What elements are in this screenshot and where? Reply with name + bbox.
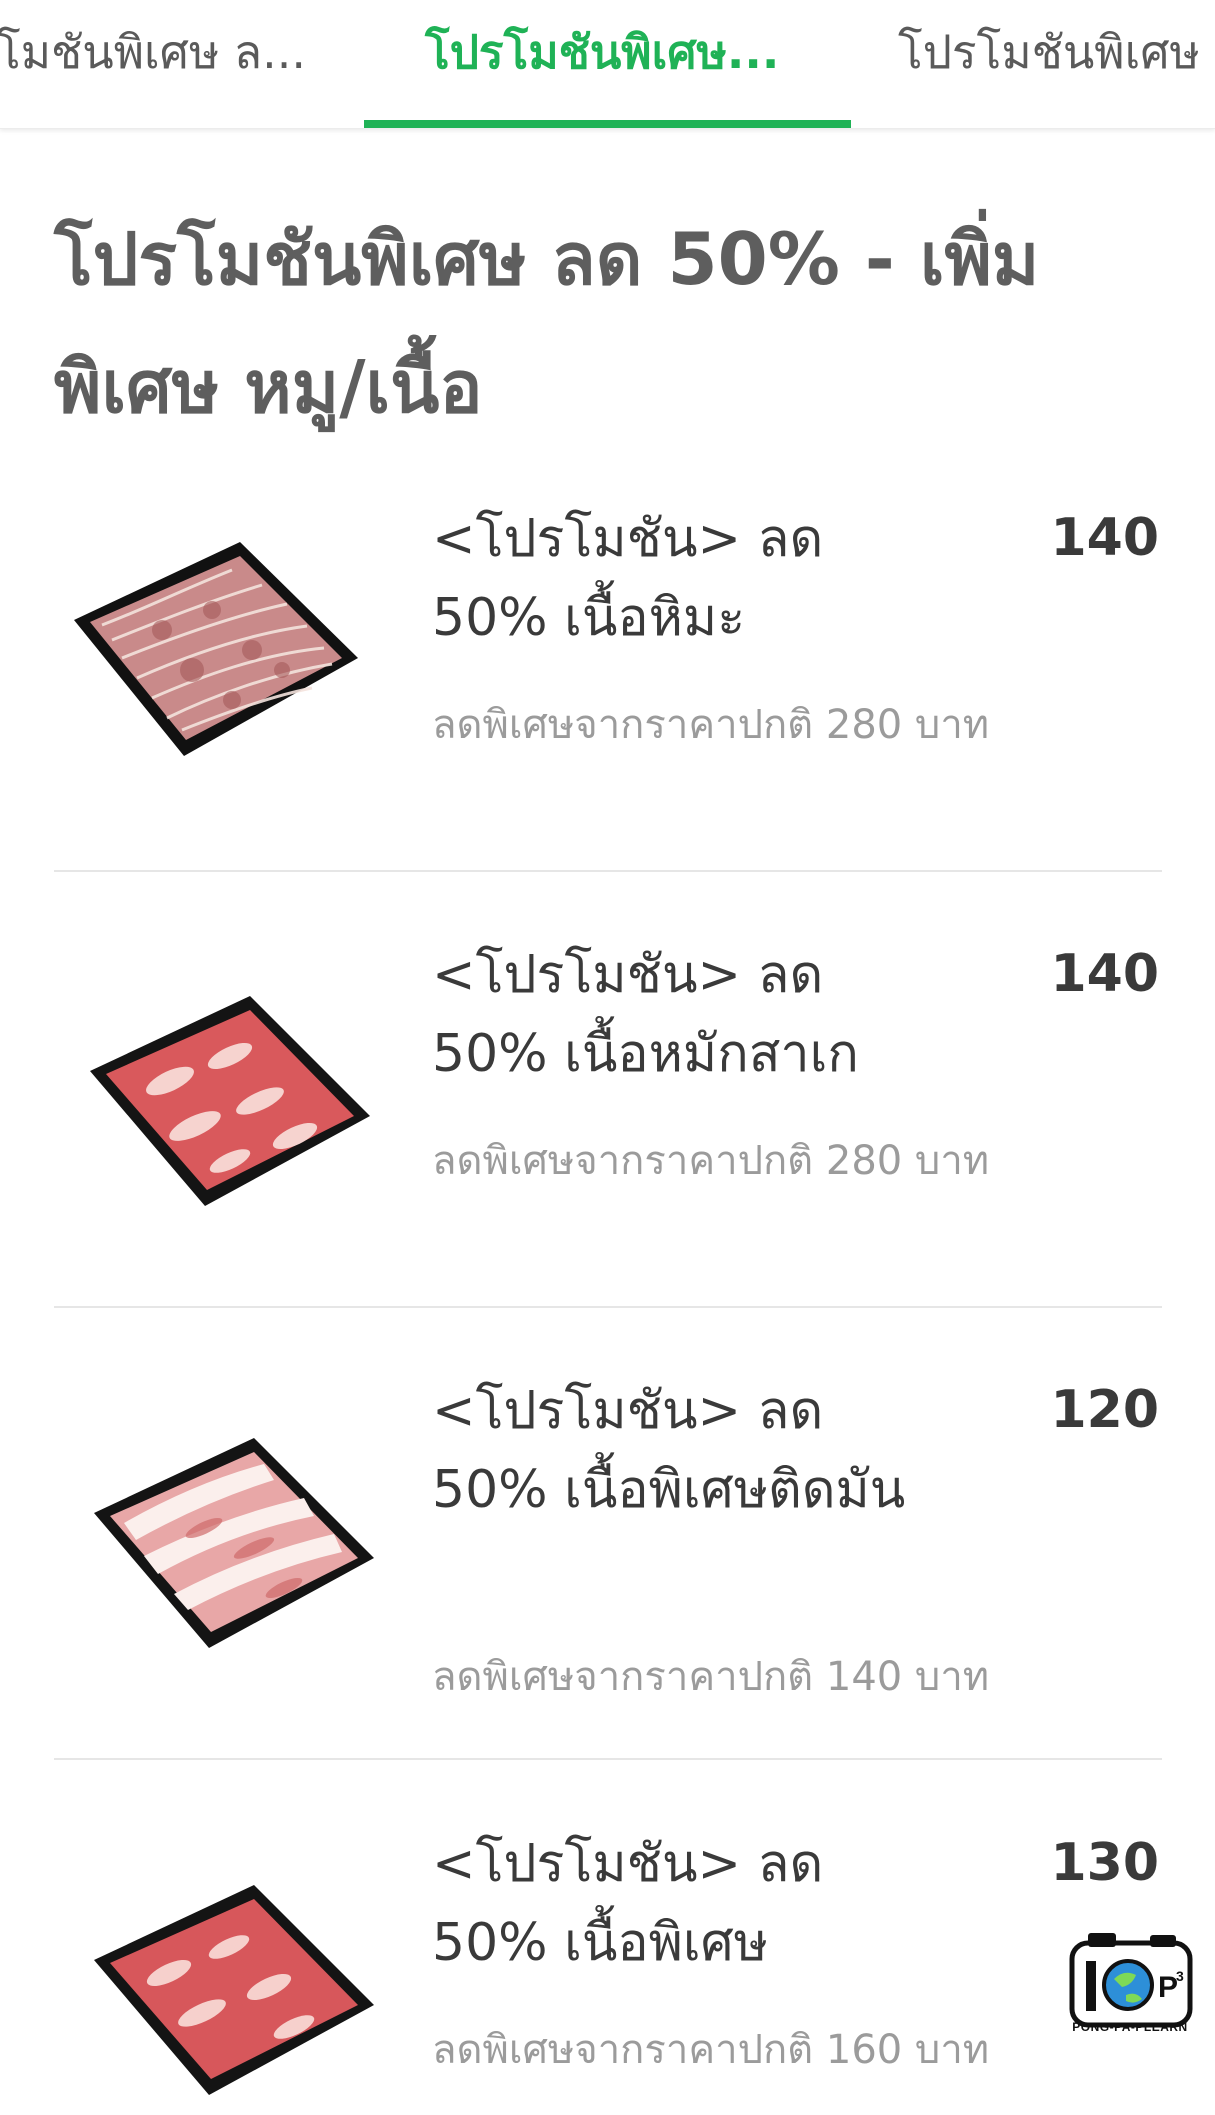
section-title: โปรโมชันพิเศษ ลด 50% - เพิ่มพิเศษ หมู/เน… [54, 217, 1040, 429]
item-description: ลดพิเศษจากราคาปกติ 280 บาท [432, 1138, 990, 1184]
marbled-beef-tray-image [74, 542, 358, 756]
svg-text:3: 3 [1176, 1968, 1184, 1984]
category-tab-bar: โมชันพิเศษ ล... โปรโมชันพิเศษ... โปรโมชั… [0, 0, 1215, 129]
fatty-beef-tray-image [94, 1438, 374, 1648]
active-tab-indicator [364, 120, 851, 128]
item-price: 130 [1050, 1833, 1159, 1893]
item-divider [54, 870, 1162, 872]
menu-item[interactable]: <โปรโมชัน> ลด 50% เนื้อหิมะ 140 ลดพิเศษจ… [0, 500, 1215, 870]
menu-item[interactable]: <โปรโมชัน> ลด 50% เนื้อหมักสาเก 140 ลดพิ… [0, 936, 1215, 1306]
item-price: 140 [1050, 508, 1159, 568]
menu-item[interactable]: <โปรโมชัน> ลด 50% เนื้อพิเศษติดมัน 120 ล… [0, 1372, 1215, 1760]
menu-item[interactable]: <โปรโมชัน> ลด 50% เนื้อพิเศษ 130 ลดพิเศษ… [0, 1825, 1215, 2095]
item-name: <โปรโมชัน> ลด 50% เนื้อหิมะ [432, 509, 824, 648]
tab-promo-3[interactable]: โปรโมชันพิเศษ [898, 22, 1200, 82]
item-price: 140 [1050, 944, 1159, 1004]
item-description: ลดพิเศษจากราคาปกติ 160 บาท [432, 2027, 990, 2073]
item-divider [54, 1758, 1162, 1760]
item-name: <โปรโมชัน> ลด 50% เนื้อพิเศษ [432, 1834, 824, 1973]
camera-globe-logo-icon: P 3 [1069, 1933, 1193, 2028]
svg-text:P: P [1158, 1971, 1178, 2004]
tab-promo-1[interactable]: โมชันพิเศษ ล... [0, 22, 306, 82]
item-divider [54, 1306, 1162, 1308]
item-name: <โปรโมชัน> ลด 50% เนื้อหมักสาเก [432, 945, 859, 1084]
item-description: ลดพิเศษจากราคาปกติ 280 บาท [432, 702, 990, 748]
sake-beef-tray-image [90, 996, 370, 1206]
item-name: <โปรโมชัน> ลด 50% เนื้อพิเศษติดมัน [432, 1381, 906, 1520]
tab-promo-2-active[interactable]: โปรโมชันพิเศษ... [425, 22, 779, 82]
item-description: ลดพิเศษจากราคาปกติ 140 บาท [432, 1654, 990, 1700]
watermark-text: PONG-PA-PLEARN [1072, 2020, 1188, 2034]
special-beef-tray-image [94, 1885, 374, 2095]
item-price: 120 [1050, 1380, 1159, 1440]
